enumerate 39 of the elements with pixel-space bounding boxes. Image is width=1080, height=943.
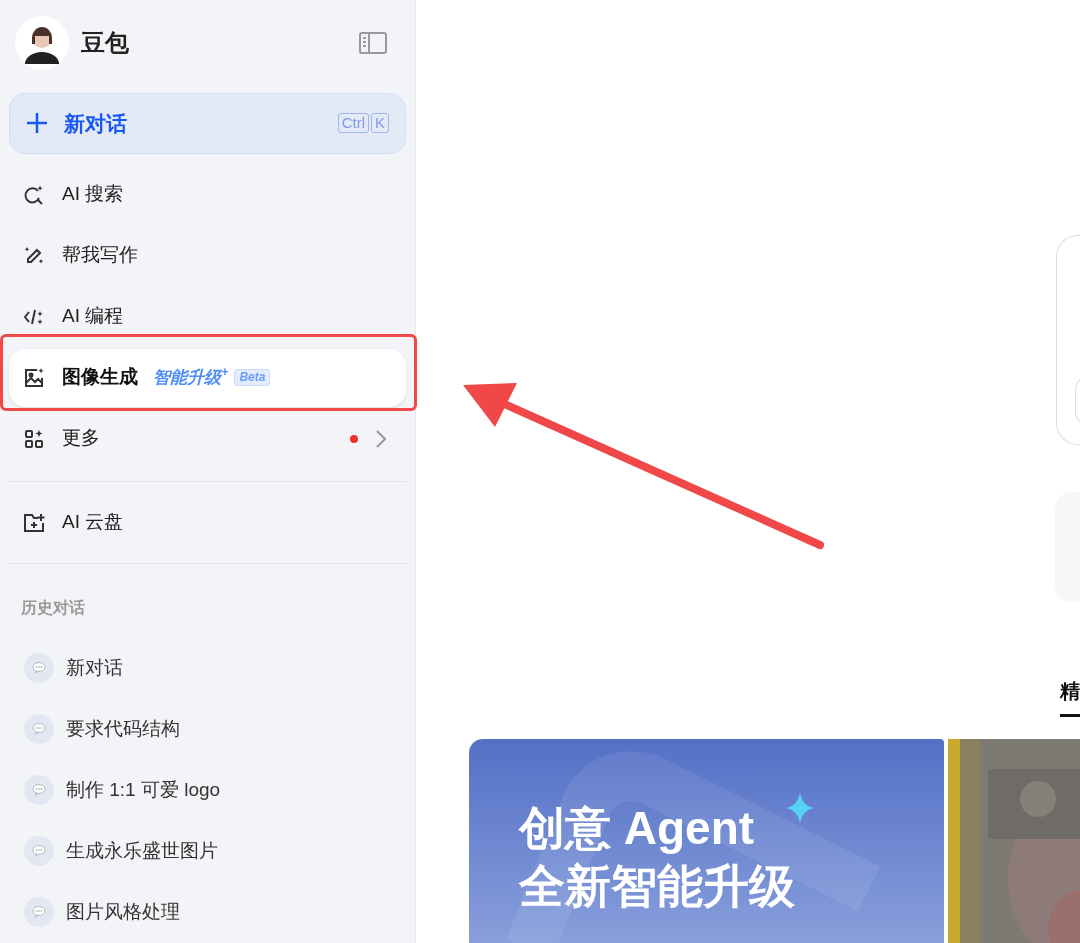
history-item[interactable]: 要求代码结构 — [9, 699, 406, 760]
chat-bubble-icon — [24, 775, 54, 806]
image-sparkle-icon — [23, 366, 45, 389]
beta-badge: Beta — [234, 369, 271, 387]
nav-item[interactable]: AI 搜索 — [9, 165, 406, 224]
apps-icon — [23, 427, 45, 450]
nav-label: 帮我写作 — [62, 243, 138, 268]
history-item[interactable]: 生成永乐盛世图片 — [9, 821, 406, 882]
nav-label: AI 编程 — [62, 304, 124, 329]
nav-label: 更多 — [62, 426, 100, 451]
banner-headline: 全新智能升级 — [519, 859, 795, 914]
new-chat-button[interactable]: 新对话 Ctrl K — [9, 92, 406, 155]
avatar[interactable] — [15, 16, 69, 71]
history-item[interactable]: 新对话 — [9, 638, 406, 699]
cloud-item[interactable]: AI 云盘 — [9, 482, 406, 563]
nav-item[interactable]: 图像生成 智能升级$^{+}$ Beta — [9, 348, 406, 407]
banner-headline: 创意 Agent — [519, 801, 755, 856]
chat-bubble-icon — [24, 897, 54, 928]
category-tab[interactable]: 精 — [1060, 676, 1080, 717]
history-item[interactable]: 制作 1:1 可爱 logo — [9, 760, 406, 821]
chat-bubble-icon — [24, 714, 54, 745]
history-item[interactable]: 图片风格处理 — [9, 882, 406, 943]
upgrade-tag: 智能升级$^{+}$ — [153, 364, 229, 391]
chat-bubble-icon — [24, 653, 54, 684]
history-heading: 历史对话 — [20, 598, 86, 618]
nav-item[interactable]: 更多 — [9, 409, 406, 468]
nav-item[interactable]: 帮我写作 — [9, 226, 406, 285]
nav-item[interactable]: AI 编程 — [9, 287, 406, 346]
sparkle-icon — [786, 792, 814, 824]
nav-label: AI 搜索 — [62, 182, 124, 207]
app-name: 豆包 — [81, 28, 129, 59]
chevron-right-icon — [376, 429, 386, 448]
chat-bubble-icon — [24, 836, 54, 867]
shortcut-key: Ctrl — [337, 113, 369, 134]
folder-plus-icon — [23, 511, 45, 534]
nav-label: 图像生成 — [62, 365, 138, 390]
plus-icon — [26, 112, 48, 135]
shortcut-key: K — [371, 113, 389, 134]
sidebar-toggle-icon[interactable] — [359, 31, 387, 56]
